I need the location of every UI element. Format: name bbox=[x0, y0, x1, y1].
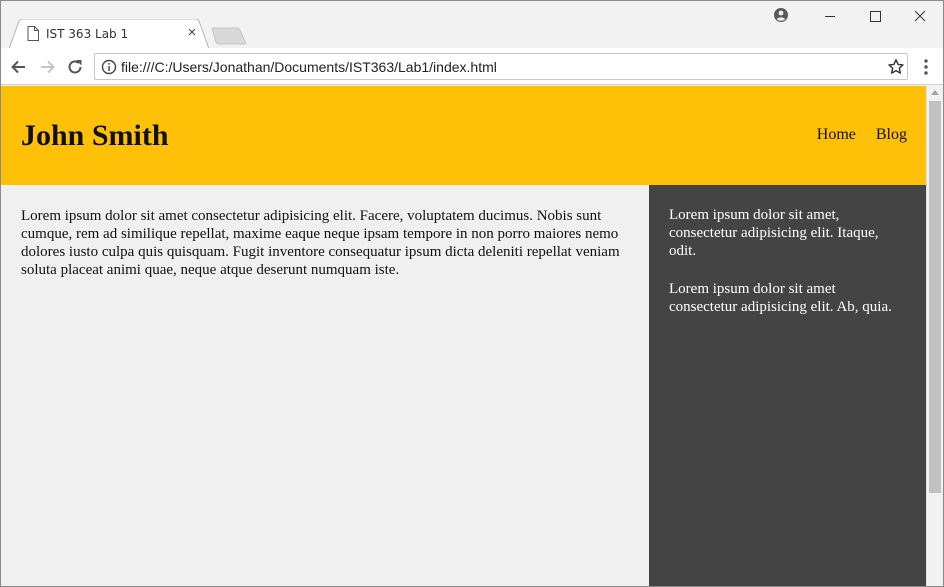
browser-window: IST 363 Lab 1 × file:///C:/Users/Jonatha… bbox=[0, 0, 944, 587]
kebab-menu-icon[interactable] bbox=[919, 57, 933, 77]
new-tab-button[interactable] bbox=[211, 27, 247, 45]
vertical-scrollbar[interactable] bbox=[926, 86, 943, 586]
tab-title: IST 363 Lab 1 bbox=[46, 27, 129, 41]
info-icon[interactable] bbox=[101, 59, 117, 75]
nav-link-home[interactable]: Home bbox=[817, 126, 856, 143]
minimize-icon[interactable] bbox=[807, 1, 853, 31]
url-text[interactable]: file:///C:/Users/Jonathan/Documents/IST3… bbox=[121, 59, 497, 75]
page-viewport: John Smith Home Blog Lorem ipsum dolor s… bbox=[1, 86, 926, 586]
star-icon[interactable] bbox=[887, 58, 905, 76]
scroll-up-arrow-icon[interactable] bbox=[931, 90, 939, 95]
main-paragraph: Lorem ipsum dolor sit amet consectetur a… bbox=[21, 208, 620, 278]
sidebar: Lorem ipsum dolor sit amet, consectetur … bbox=[649, 185, 926, 586]
forward-arrow-icon[interactable] bbox=[37, 57, 57, 77]
site-title: John Smith bbox=[21, 119, 169, 152]
address-bar[interactable]: file:///C:/Users/Jonathan/Documents/IST3… bbox=[94, 53, 908, 80]
back-arrow-icon[interactable] bbox=[9, 57, 29, 77]
sidebar-paragraph: Lorem ipsum dolor sit amet consectetur a… bbox=[669, 281, 892, 315]
tab-strip: IST 363 Lab 1 × bbox=[1, 1, 943, 49]
document-icon bbox=[27, 26, 39, 41]
site-nav: Home Blog bbox=[801, 126, 907, 144]
tab-ist363-lab1[interactable]: IST 363 Lab 1 × bbox=[9, 19, 209, 49]
sidebar-paragraph: Lorem ipsum dolor sit amet, consectetur … bbox=[669, 207, 879, 259]
site-header: John Smith Home Blog bbox=[1, 86, 926, 185]
window-close-icon[interactable] bbox=[897, 1, 943, 31]
scrollbar-thumb[interactable] bbox=[929, 101, 941, 493]
nav-link-blog[interactable]: Blog bbox=[876, 126, 907, 143]
close-icon[interactable]: × bbox=[185, 25, 199, 41]
reload-icon[interactable] bbox=[65, 57, 85, 77]
maximize-icon[interactable] bbox=[852, 1, 898, 31]
account-icon[interactable] bbox=[773, 7, 789, 23]
browser-toolbar: file:///C:/Users/Jonathan/Documents/IST3… bbox=[1, 48, 943, 85]
